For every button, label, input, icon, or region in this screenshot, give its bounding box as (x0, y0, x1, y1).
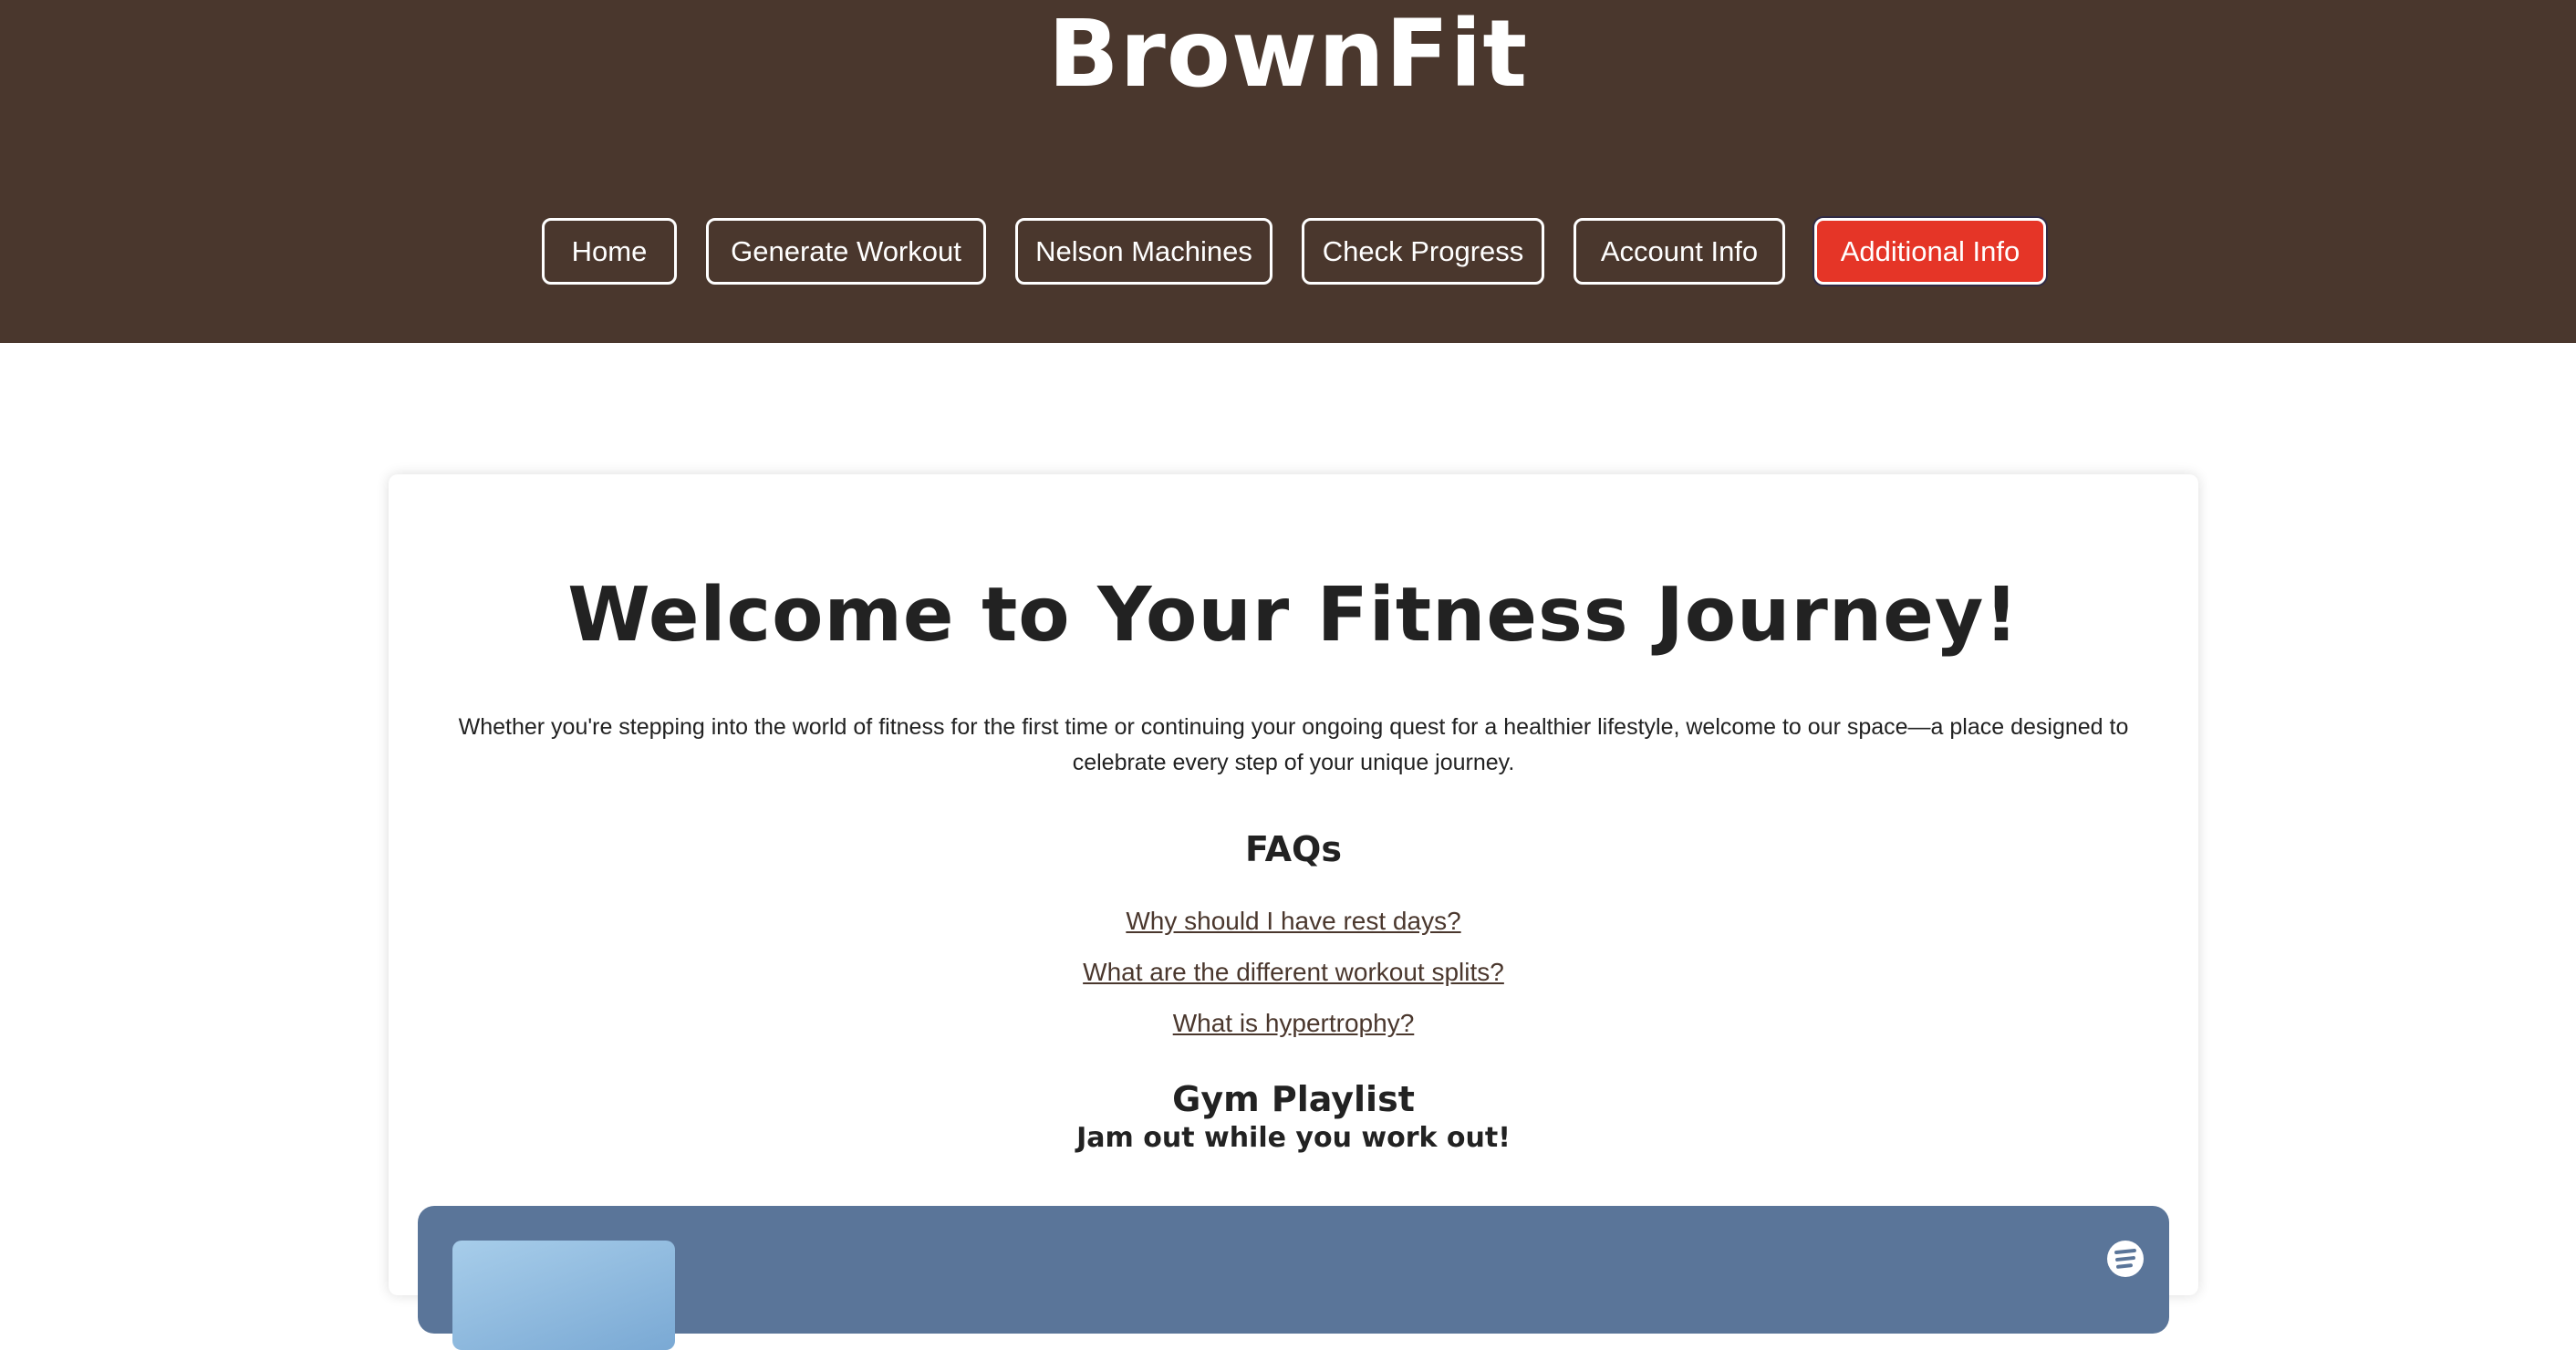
nav-home-button[interactable]: Home (542, 218, 677, 285)
faq-link-workout-splits-text[interactable]: What are the different workout splits? (1083, 958, 1504, 986)
faq-heading: FAQs (1245, 829, 1342, 869)
nav-nelson-machines-button[interactable]: Nelson Machines (1015, 218, 1272, 285)
playlist-subheading: Jam out while you work out! (1076, 1122, 1511, 1154)
intro-paragraph: Whether you're stepping into the world o… (458, 714, 2129, 775)
content-card: Welcome to Your Fitness Journey! Whether… (389, 474, 2198, 1350)
nav-account-info-button[interactable]: Account Info (1574, 218, 1785, 285)
brand-title: BrownFit (1047, 0, 1529, 109)
spotify-icon[interactable] (2107, 1241, 2144, 1277)
nav-check-progress-button[interactable]: Check Progress (1302, 218, 1544, 285)
faq-link-hypertrophy: What is hypertrophy? (389, 1005, 2198, 1042)
playlist-heading: Gym Playlist (1172, 1079, 1415, 1119)
nav-additional-info-button[interactable]: Additional Info (1814, 218, 2046, 285)
faq-link-hypertrophy-text[interactable]: What is hypertrophy? (1173, 1009, 1415, 1037)
main-nav: Home Generate Workout Nelson Machines Ch… (0, 218, 2576, 285)
page-title: Welcome to Your Fitness Journey! (567, 572, 2020, 659)
faq-link-rest-days-text[interactable]: Why should I have rest days? (1126, 907, 1460, 935)
site-header: BrownFit Home Generate Workout Nelson Ma… (0, 0, 2576, 343)
faq-link-rest-days: Why should I have rest days? (389, 903, 2198, 940)
faq-link-workout-splits: What are the different workout splits? (389, 954, 2198, 991)
playlist-cover-image[interactable] (452, 1241, 675, 1350)
nav-generate-workout-button[interactable]: Generate Workout (706, 218, 986, 285)
spotify-player-embed[interactable] (418, 1206, 2169, 1350)
